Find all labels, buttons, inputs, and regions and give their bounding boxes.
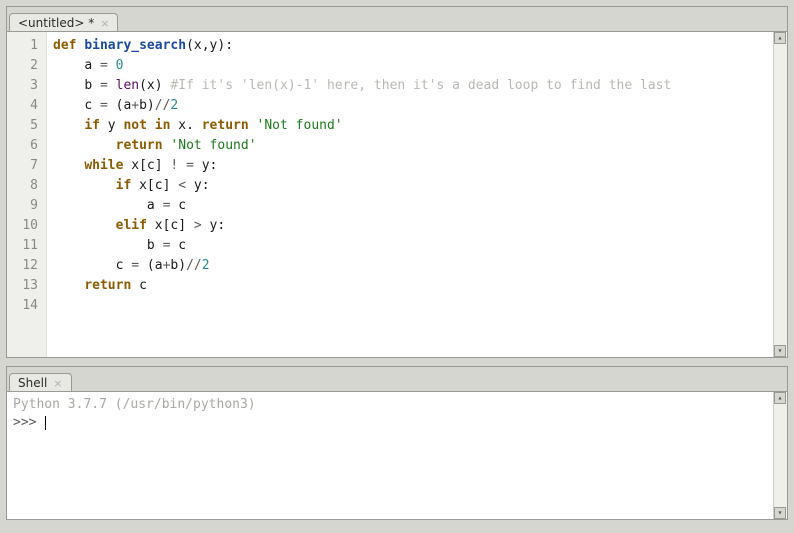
code-line[interactable]: a = 0 xyxy=(53,56,769,76)
shell-panel: Shell × Python 3.7.7 (/usr/bin/python3) … xyxy=(6,366,788,520)
editor-area: 1234567891011121314 def binary_search(x,… xyxy=(7,31,787,357)
line-number: 12 xyxy=(11,256,38,276)
code-line[interactable]: def binary_search(x,y): xyxy=(53,36,769,56)
line-number: 1 xyxy=(11,36,38,56)
shell-vertical-scrollbar[interactable]: ▴ ▾ xyxy=(773,392,787,519)
line-number: 5 xyxy=(11,116,38,136)
code-line[interactable]: while x[c] ! = y: xyxy=(53,156,769,176)
line-number: 3 xyxy=(11,76,38,96)
code-line[interactable]: c = (a+b)//2 xyxy=(53,96,769,116)
shell-area: Python 3.7.7 (/usr/bin/python3) >>> ▴ ▾ xyxy=(7,391,787,519)
shell-output[interactable]: Python 3.7.7 (/usr/bin/python3) >>> xyxy=(7,392,773,519)
close-icon[interactable]: × xyxy=(53,378,62,389)
line-number-gutter: 1234567891011121314 xyxy=(7,32,47,357)
code-line[interactable]: a = c xyxy=(53,196,769,216)
line-number: 6 xyxy=(11,136,38,156)
scroll-up-icon[interactable]: ▴ xyxy=(774,32,786,44)
line-number: 13 xyxy=(11,276,38,296)
line-number: 8 xyxy=(11,176,38,196)
code-editor[interactable]: def binary_search(x,y): a = 0 b = len(x)… xyxy=(47,32,773,357)
code-line[interactable]: if y not in x. return 'Not found' xyxy=(53,116,769,136)
line-number: 10 xyxy=(11,216,38,236)
shell-tab-title: Shell xyxy=(18,376,47,390)
code-line[interactable]: if x[c] < y: xyxy=(53,176,769,196)
code-line[interactable]: b = c xyxy=(53,236,769,256)
code-line[interactable]: return 'Not found' xyxy=(53,136,769,156)
line-number: 9 xyxy=(11,196,38,216)
scroll-down-icon[interactable]: ▾ xyxy=(774,345,786,357)
shell-prompt: >>> xyxy=(13,415,44,430)
line-number: 14 xyxy=(11,296,38,316)
line-number: 4 xyxy=(11,96,38,116)
text-cursor-icon xyxy=(45,416,46,430)
editor-vertical-scrollbar[interactable]: ▴ ▾ xyxy=(773,32,787,357)
editor-tab-title: <untitled> * xyxy=(18,16,94,30)
scroll-up-icon[interactable]: ▴ xyxy=(774,392,786,404)
close-icon[interactable]: × xyxy=(100,18,109,29)
scroll-down-icon[interactable]: ▾ xyxy=(774,507,786,519)
shell-tabbar: Shell × xyxy=(7,367,787,391)
code-line[interactable]: c = (a+b)//2 xyxy=(53,256,769,276)
line-number: 11 xyxy=(11,236,38,256)
line-number: 2 xyxy=(11,56,38,76)
editor-panel: <untitled> * × 1234567891011121314 def b… xyxy=(6,6,788,358)
code-line[interactable]: b = len(x) #If it's 'len(x)-1' here, the… xyxy=(53,76,769,96)
code-line[interactable]: return c xyxy=(53,276,769,296)
shell-tab[interactable]: Shell × xyxy=(9,373,72,392)
shell-version-line: Python 3.7.7 (/usr/bin/python3) xyxy=(13,397,256,412)
code-line[interactable] xyxy=(53,296,769,316)
line-number: 7 xyxy=(11,156,38,176)
code-line[interactable]: elif x[c] > y: xyxy=(53,216,769,236)
editor-tabbar: <untitled> * × xyxy=(7,7,787,31)
editor-tab[interactable]: <untitled> * × xyxy=(9,13,118,32)
